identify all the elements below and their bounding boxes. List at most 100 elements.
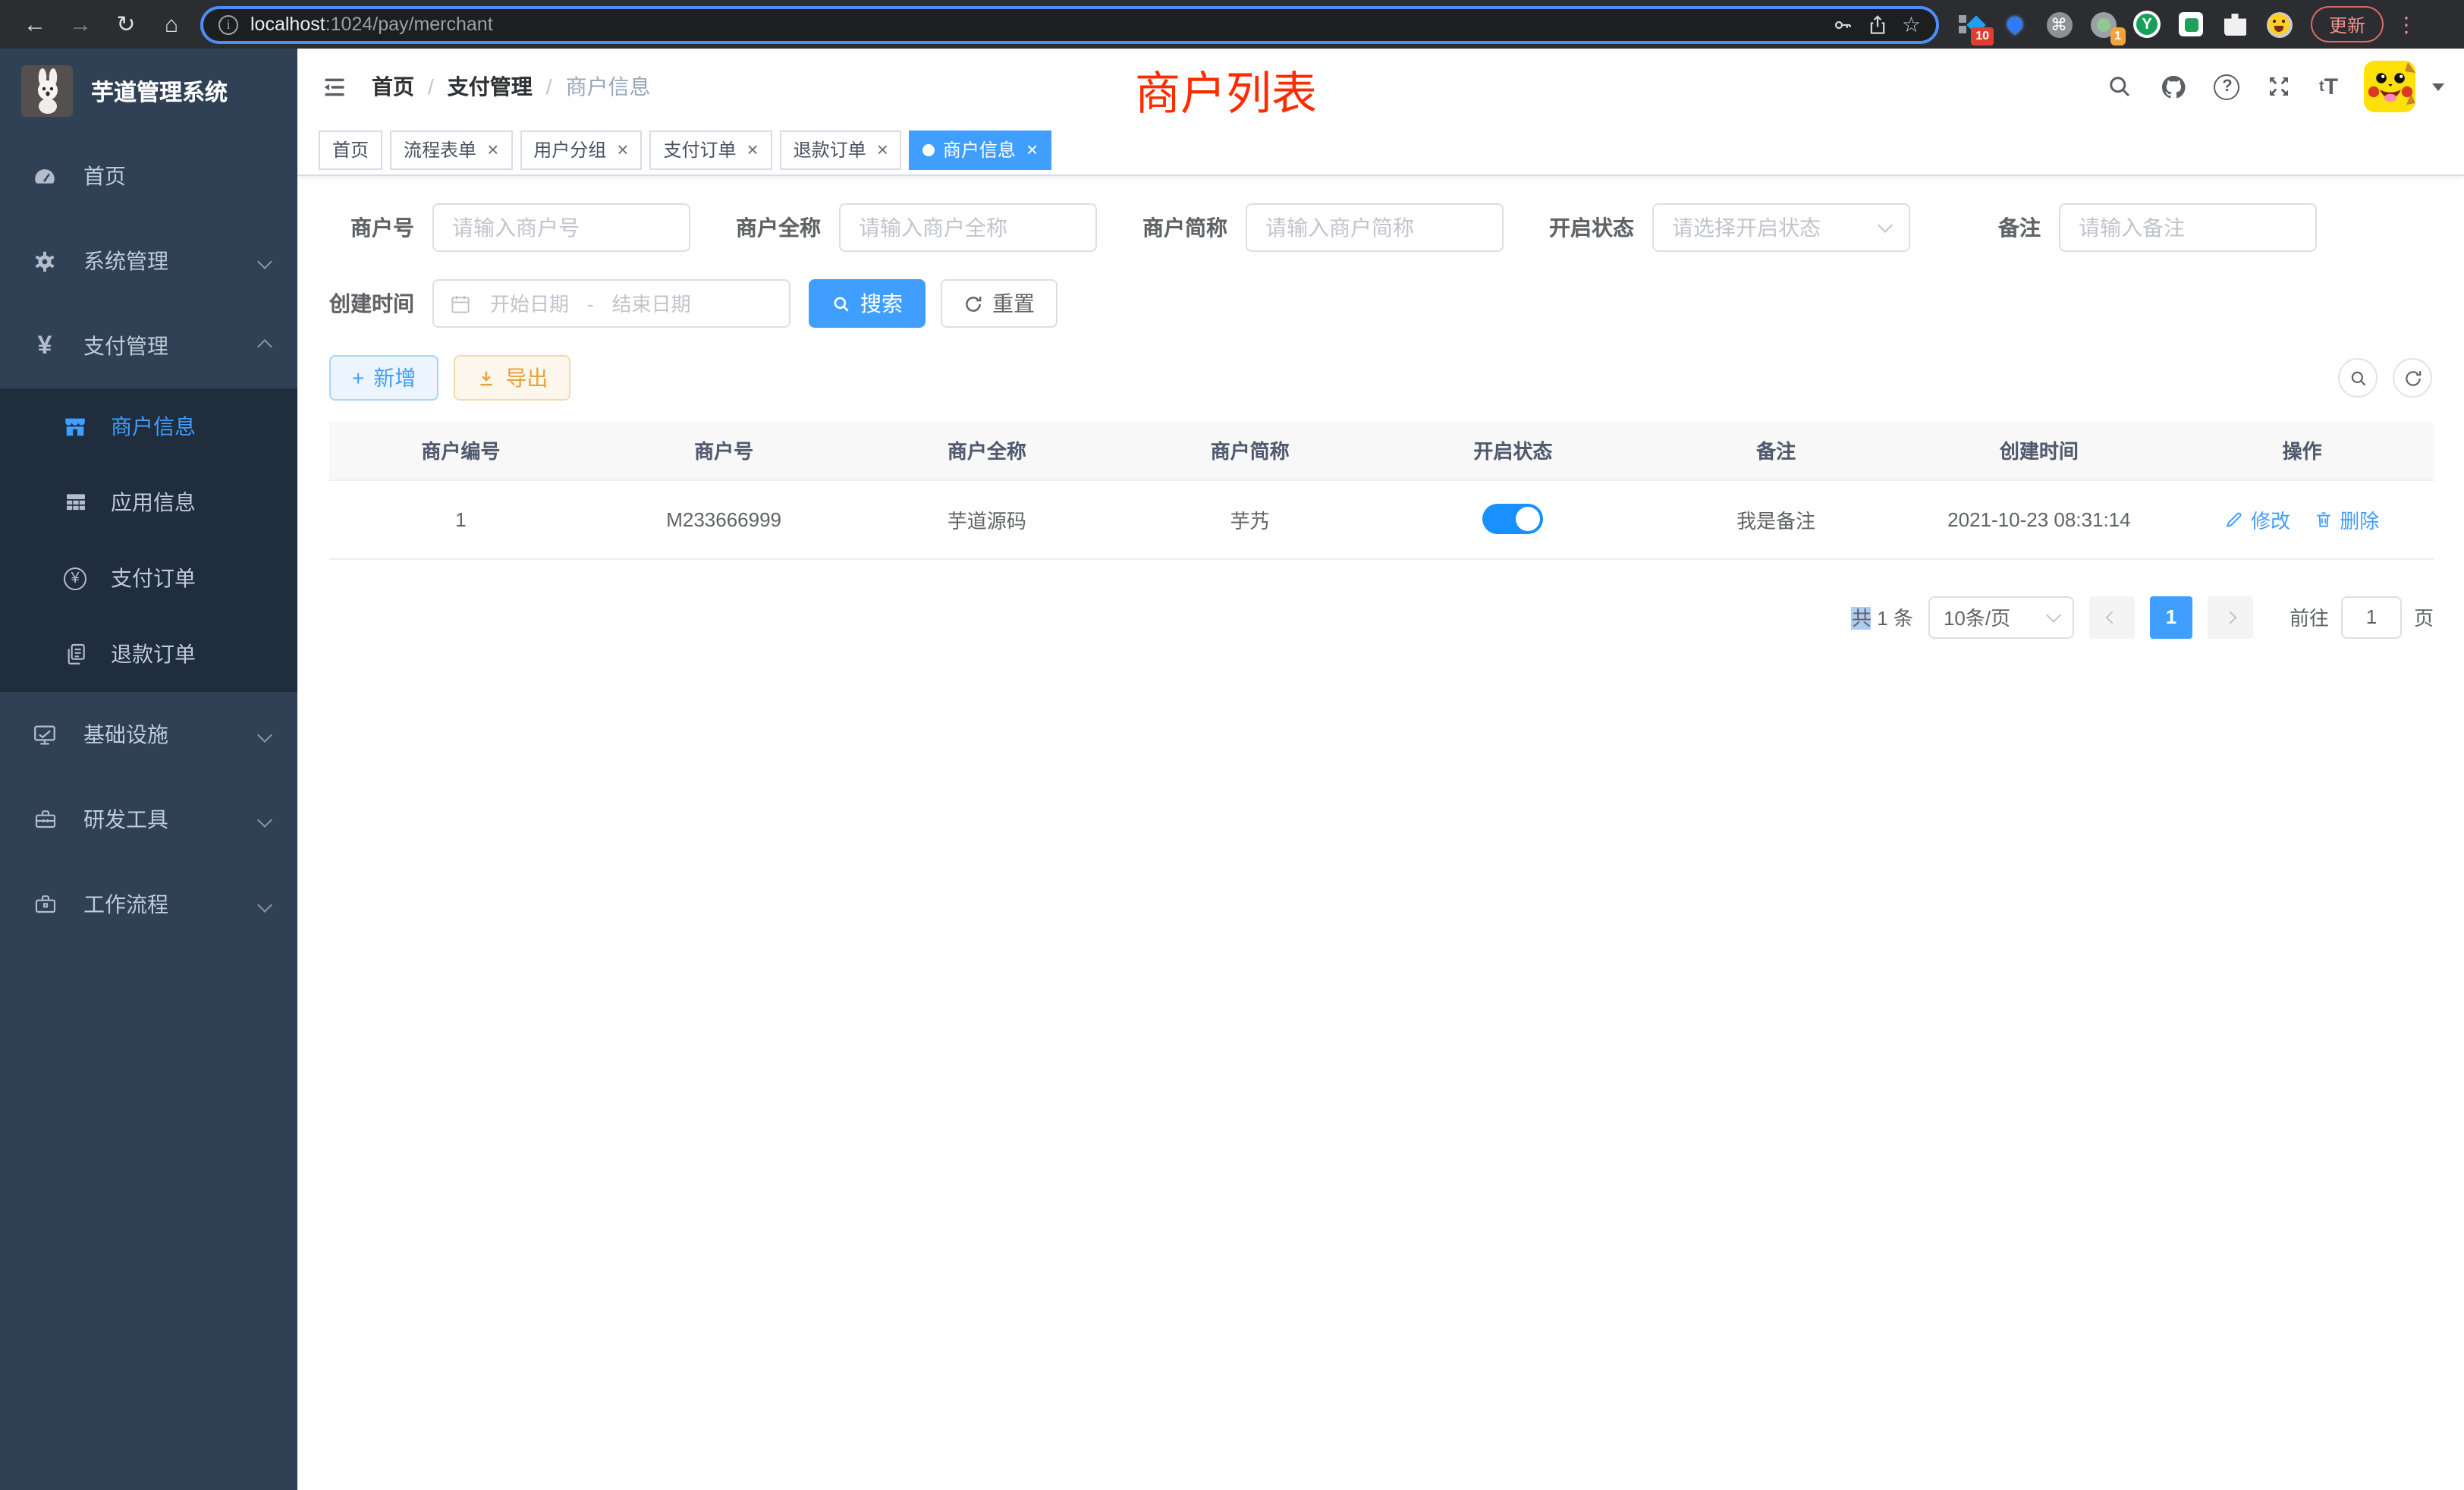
sidebar-item-infrastructure[interactable]: 基础设施 bbox=[0, 692, 297, 777]
help-icon[interactable]: ? bbox=[2214, 74, 2240, 99]
grid-icon bbox=[61, 490, 90, 514]
extension-pin-icon[interactable] bbox=[2001, 11, 2029, 38]
tab-merchant-info[interactable]: 商户信息 × bbox=[910, 130, 1051, 169]
search-button[interactable]: 搜索 bbox=[809, 279, 926, 328]
table-tools bbox=[2338, 358, 2434, 398]
tab-refund-order[interactable]: 退款订单 × bbox=[780, 130, 902, 169]
close-icon[interactable]: × bbox=[487, 140, 498, 159]
tab-pay-order[interactable]: 支付订单 × bbox=[649, 130, 772, 169]
search-button-label: 搜索 bbox=[860, 288, 903, 319]
delete-link[interactable]: 删除 bbox=[2314, 505, 2379, 533]
status-select[interactable] bbox=[1652, 203, 1910, 252]
tab-process-form[interactable]: 流程表单 × bbox=[390, 130, 512, 169]
extension-tampermonkey-icon[interactable]: 10 bbox=[1957, 11, 1985, 38]
sidebar-logo[interactable]: 芋道管理系统 bbox=[0, 49, 297, 134]
remark-input-field[interactable] bbox=[2079, 215, 2297, 240]
sidebar-item-label: 支付订单 bbox=[111, 563, 270, 593]
address-bar[interactable]: i localhost:1024/pay/merchant ☆ bbox=[200, 5, 1939, 43]
fullscreen-icon[interactable] bbox=[2266, 73, 2293, 100]
breadcrumb-payment[interactable]: 支付管理 bbox=[448, 71, 533, 102]
dashboard-icon bbox=[30, 163, 59, 189]
password-key-icon[interactable] bbox=[1832, 13, 1855, 36]
goto-page-input[interactable] bbox=[2341, 596, 2402, 638]
extension-chat-icon[interactable] bbox=[2177, 11, 2205, 38]
document-copy-icon bbox=[61, 642, 90, 666]
table-header: 商户编号 商户号 商户全称 商户简称 开启状态 备注 创建时间 操作 bbox=[329, 422, 2434, 479]
sidebar-item-dev-tools[interactable]: 研发工具 bbox=[0, 777, 297, 862]
tab-label: 退款订单 bbox=[794, 137, 866, 162]
extensions-row: 10 ⌘ 1 Y bbox=[1957, 11, 2293, 38]
sidebar-item-system[interactable]: 系统管理 bbox=[0, 218, 297, 303]
status-toggle[interactable] bbox=[1482, 504, 1543, 534]
search-icon[interactable] bbox=[2107, 73, 2134, 100]
browser-reload-icon[interactable]: ↻ bbox=[103, 11, 149, 38]
share-icon[interactable] bbox=[1867, 13, 1890, 36]
extension-emoji-icon[interactable] bbox=[2265, 11, 2293, 38]
add-button[interactable]: + 新增 bbox=[329, 355, 438, 401]
chrome-update-button[interactable]: 更新 bbox=[2311, 6, 2384, 42]
cell-remark: 我是备注 bbox=[1645, 479, 1908, 558]
sidebar-item-merchant-info[interactable]: 商户信息 bbox=[0, 388, 297, 464]
merchant-no-input-field[interactable] bbox=[452, 215, 671, 240]
export-button[interactable]: 导出 bbox=[454, 355, 570, 401]
browser-menu-icon[interactable]: ⋮ bbox=[2396, 11, 2417, 37]
github-icon[interactable] bbox=[2160, 72, 2189, 101]
extension-command-icon[interactable]: ⌘ bbox=[2045, 11, 2073, 38]
column-header: 商户号 bbox=[592, 422, 856, 479]
briefcase-icon bbox=[30, 892, 59, 916]
breadcrumb-home[interactable]: 首页 bbox=[372, 71, 414, 102]
pagination: 共 1 条 10条/页 1 前往 页 bbox=[329, 596, 2434, 638]
avatar-dropdown-caret-icon[interactable] bbox=[2432, 83, 2444, 90]
bookmark-star-icon[interactable]: ☆ bbox=[1902, 11, 1921, 37]
browser-forward-icon[interactable]: → bbox=[58, 11, 103, 37]
sidebar-item-pay-order[interactable]: ¥ 支付订单 bbox=[0, 540, 297, 616]
font-size-icon[interactable]: tT bbox=[2319, 74, 2338, 99]
sidebar-item-workflow[interactable]: 工作流程 bbox=[0, 862, 297, 947]
close-icon[interactable]: × bbox=[747, 140, 759, 159]
tab-user-group[interactable]: 用户分组 × bbox=[520, 130, 642, 169]
sidebar-item-home[interactable]: 首页 bbox=[0, 134, 297, 218]
remark-input[interactable] bbox=[2059, 203, 2317, 252]
date-range-picker[interactable]: - bbox=[432, 279, 790, 328]
reset-button[interactable]: 重置 bbox=[941, 279, 1058, 328]
storefront-icon bbox=[61, 413, 90, 439]
full-name-input[interactable] bbox=[839, 203, 1097, 252]
tab-home[interactable]: 首页 bbox=[319, 130, 382, 169]
cell-full-name: 芋道源码 bbox=[856, 479, 1119, 558]
sidebar-item-app-info[interactable]: 应用信息 bbox=[0, 464, 297, 540]
toggle-search-icon[interactable] bbox=[2338, 358, 2378, 398]
extension-circle-icon[interactable]: 1 bbox=[2089, 11, 2117, 38]
prev-page-button[interactable] bbox=[2089, 596, 2135, 638]
merchant-no-input[interactable] bbox=[432, 203, 690, 252]
date-range-separator: - bbox=[587, 292, 594, 315]
edit-link[interactable]: 修改 bbox=[2225, 505, 2290, 533]
close-icon[interactable]: × bbox=[617, 140, 628, 159]
status-select-field[interactable] bbox=[1672, 215, 1871, 240]
refresh-icon[interactable] bbox=[2393, 358, 2432, 398]
end-date-input[interactable] bbox=[603, 291, 700, 316]
page-number-1[interactable]: 1 bbox=[2150, 596, 2192, 638]
table-row: 1 M233666999 芋道源码 芋艿 我是备注 2021-10-23 08:… bbox=[329, 479, 2434, 558]
field-label: 商户号 bbox=[329, 212, 432, 243]
page-size-select[interactable]: 10条/页 bbox=[1928, 596, 2074, 638]
hamburger-icon[interactable] bbox=[297, 72, 372, 101]
main-panel: 首页 / 支付管理 / 商户信息 商户列表 ? bbox=[297, 49, 2464, 1490]
browser-home-icon[interactable]: ⌂ bbox=[149, 11, 194, 37]
short-name-input-field[interactable] bbox=[1265, 215, 1484, 240]
short-name-input[interactable] bbox=[1246, 203, 1504, 252]
close-icon[interactable]: × bbox=[1026, 140, 1038, 159]
field-label: 备注 bbox=[1956, 212, 2059, 243]
sidebar-item-payment[interactable]: ¥ 支付管理 bbox=[0, 303, 297, 388]
extension-y-icon[interactable]: Y bbox=[2133, 11, 2161, 38]
close-icon[interactable]: × bbox=[877, 140, 888, 159]
site-info-icon[interactable]: i bbox=[218, 14, 238, 34]
browser-back-icon[interactable]: ← bbox=[12, 11, 58, 37]
extensions-puzzle-icon[interactable] bbox=[2221, 11, 2249, 38]
user-avatar[interactable] bbox=[2364, 61, 2415, 112]
filter-merchant-no: 商户号 bbox=[329, 203, 690, 252]
sidebar-item-refund-order[interactable]: 退款订单 bbox=[0, 616, 297, 692]
full-name-input-field[interactable] bbox=[859, 215, 1077, 240]
next-page-button[interactable] bbox=[2208, 596, 2253, 638]
breadcrumb-separator: / bbox=[428, 74, 434, 99]
start-date-input[interactable] bbox=[481, 291, 578, 316]
